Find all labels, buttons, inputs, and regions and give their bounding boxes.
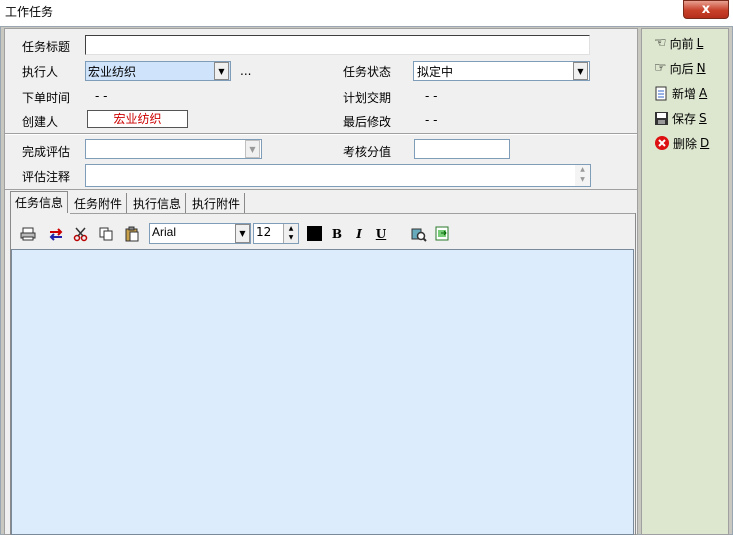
completion-eval-label: 完成评估 bbox=[22, 145, 71, 159]
tab-task-attachments[interactable]: 任务附件 bbox=[70, 193, 128, 213]
add-label: 新增 bbox=[672, 86, 697, 101]
task-title-input[interactable] bbox=[85, 35, 590, 55]
next-shortcut: N bbox=[696, 61, 706, 75]
save-label: 保存 bbox=[672, 111, 697, 126]
save-button[interactable]: 保存 S bbox=[654, 109, 707, 127]
eval-notes-scrollbar[interactable]: ▲ ▼ bbox=[575, 165, 590, 186]
font-size-value: 12 bbox=[256, 225, 272, 239]
floppy-icon bbox=[655, 111, 668, 125]
prev-shortcut: L bbox=[696, 36, 704, 50]
planned-delivery-value: - - bbox=[425, 89, 438, 103]
new-document-icon bbox=[655, 86, 667, 101]
hand-left-icon: ☜ bbox=[654, 35, 667, 51]
task-status-dropdown-icon[interactable]: ▼ bbox=[573, 62, 588, 80]
order-time-value: - - bbox=[95, 89, 108, 103]
executor-value: 宏业纺织 bbox=[88, 65, 137, 79]
tab-task-info[interactable]: 任务信息 bbox=[10, 191, 69, 213]
prev-label: 向前 bbox=[669, 36, 694, 51]
title-bar bbox=[0, 0, 733, 22]
executor-dropdown-icon[interactable]: ▼ bbox=[214, 62, 229, 80]
printer-icon[interactable] bbox=[19, 225, 37, 243]
hand-right-icon: ☞ bbox=[654, 60, 667, 76]
task-status-value: 拟定中 bbox=[417, 65, 454, 79]
side-panel bbox=[641, 28, 729, 535]
eval-notes-label: 评估注释 bbox=[22, 170, 71, 184]
executor-more-button[interactable]: ... bbox=[240, 64, 251, 78]
planned-delivery-label: 计划交期 bbox=[343, 91, 392, 105]
cut-icon[interactable] bbox=[72, 225, 90, 243]
form-divider-highlight bbox=[5, 134, 637, 135]
assessment-score-label: 考核分值 bbox=[343, 145, 392, 159]
delete-button[interactable]: 删除 D bbox=[654, 134, 709, 152]
bold-button[interactable]: B bbox=[328, 225, 346, 243]
export-icon[interactable] bbox=[434, 225, 452, 243]
font-family-value: Arial bbox=[152, 225, 177, 239]
last-modified-label: 最后修改 bbox=[343, 115, 392, 129]
next-label: 向后 bbox=[669, 61, 694, 76]
tabs-divider bbox=[5, 189, 637, 190]
creator-label: 创建人 bbox=[22, 115, 59, 129]
font-family-dropdown-icon[interactable]: ▼ bbox=[235, 224, 250, 243]
executor-combo[interactable]: 宏业纺织 bbox=[85, 61, 231, 81]
assessment-score-input[interactable] bbox=[414, 139, 510, 159]
executor-label: 执行人 bbox=[22, 65, 59, 79]
tab-execution-info[interactable]: 执行信息 bbox=[129, 193, 187, 213]
swap-icon[interactable] bbox=[47, 225, 65, 243]
underline-button[interactable]: U bbox=[372, 225, 390, 243]
rich-text-editor[interactable] bbox=[11, 249, 634, 535]
next-button[interactable]: ☞ 向后 N bbox=[654, 59, 706, 77]
completion-eval-combo[interactable] bbox=[85, 139, 262, 159]
tab-execution-attachments[interactable]: 执行附件 bbox=[188, 193, 246, 213]
text-color-swatch[interactable] bbox=[307, 226, 322, 241]
add-button[interactable]: 新增 A bbox=[654, 84, 707, 102]
delete-label: 删除 bbox=[673, 136, 698, 151]
prev-button[interactable]: ☜ 向前 L bbox=[654, 34, 703, 52]
last-modified-value: - - bbox=[425, 113, 438, 127]
paste-icon[interactable] bbox=[123, 225, 141, 243]
eval-notes-textarea[interactable] bbox=[85, 164, 591, 187]
delete-shortcut: D bbox=[700, 136, 710, 150]
task-status-label: 任务状态 bbox=[343, 65, 392, 79]
font-size-spin-icon[interactable]: ▲ ▼ bbox=[283, 224, 298, 243]
completion-eval-dropdown-icon[interactable]: ▼ bbox=[245, 140, 260, 158]
copy-icon[interactable] bbox=[97, 225, 115, 243]
task-title-label: 任务标题 bbox=[22, 40, 71, 54]
close-button[interactable]: x bbox=[683, 0, 729, 19]
task-status-combo[interactable]: 拟定中 bbox=[413, 61, 590, 81]
order-time-label: 下单时间 bbox=[22, 91, 71, 105]
add-shortcut: A bbox=[699, 86, 708, 100]
delete-icon bbox=[655, 136, 669, 150]
preview-icon[interactable] bbox=[410, 225, 428, 243]
window-title: 工作任务 bbox=[5, 5, 54, 19]
italic-button[interactable]: I bbox=[350, 225, 368, 243]
save-shortcut: S bbox=[699, 111, 707, 125]
creator-value: 宏业纺织 bbox=[87, 110, 188, 128]
